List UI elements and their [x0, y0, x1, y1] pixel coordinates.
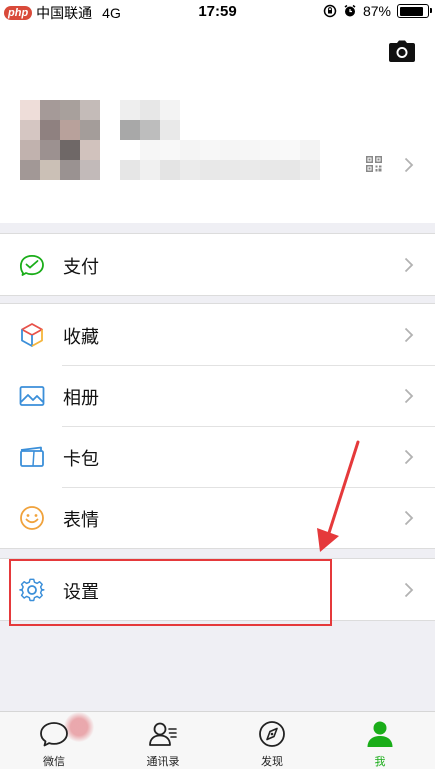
- menu-item-stickers[interactable]: 表情: [0, 487, 435, 548]
- camera-icon[interactable]: [389, 40, 415, 62]
- wechat-id-pixelated: [120, 140, 320, 180]
- menu-item-label: 相册: [63, 388, 99, 409]
- profile-header[interactable]: [0, 26, 435, 223]
- nickname-pixelated: [120, 100, 180, 140]
- battery-icon: [397, 4, 432, 18]
- contacts-icon: [149, 722, 177, 746]
- card-icon: [20, 446, 44, 467]
- rotation-lock-icon: [323, 4, 337, 18]
- chat-bubble-icon: [40, 722, 68, 747]
- tab-label: 微信: [43, 756, 65, 768]
- menu-group-pay: 支付: [0, 233, 435, 296]
- annotation-arrow-icon: [317, 440, 360, 552]
- qr-code-icon[interactable]: [366, 156, 382, 172]
- menu-item-pay[interactable]: 支付: [0, 234, 435, 295]
- tab-label: 通讯录: [146, 756, 180, 768]
- status-bar: php 中国联通 4G 17:59 87%: [0, 0, 435, 26]
- menu-item-album[interactable]: 相册: [0, 365, 435, 426]
- chevron-right-icon: [404, 582, 414, 598]
- smiley-icon: [20, 506, 44, 530]
- tab-contacts[interactable]: 通讯录: [109, 712, 217, 769]
- tab-chats[interactable]: 微信: [0, 712, 108, 769]
- menu-item-label: 支付: [63, 257, 99, 278]
- menu-group-main: 收藏 相册 卡包 表情: [0, 303, 435, 549]
- cube-icon: [21, 323, 43, 347]
- menu-item-favorites[interactable]: 收藏: [0, 304, 435, 365]
- menu-item-label: 表情: [63, 510, 99, 531]
- tab-label: 我: [374, 756, 386, 768]
- avatar[interactable]: [20, 100, 100, 180]
- tab-label: 发现: [261, 756, 283, 768]
- battery-percent: 87%: [362, 3, 391, 19]
- menu-item-label: 收藏: [63, 327, 99, 348]
- chevron-right-icon: [404, 388, 414, 404]
- chevron-right-icon: [404, 449, 414, 465]
- menu-item-label: 卡包: [63, 449, 99, 470]
- compass-icon: [259, 721, 285, 747]
- menu-item-cards[interactable]: 卡包: [0, 426, 435, 487]
- wallet-check-icon: [19, 254, 44, 276]
- tab-me[interactable]: 我: [326, 712, 434, 769]
- tab-discover[interactable]: 发现: [218, 712, 326, 769]
- chevron-right-icon: [404, 510, 414, 526]
- image-icon: [19, 386, 45, 406]
- chevron-right-icon: [404, 257, 414, 273]
- tab-bar: 微信 通讯录 发现 我: [0, 711, 435, 769]
- settings-highlight-box: [9, 559, 332, 626]
- battery-level: [399, 6, 423, 16]
- chevron-right-icon: [404, 157, 414, 173]
- chevron-right-icon: [404, 327, 414, 343]
- status-right: 87%: [323, 3, 432, 19]
- alarm-icon: [344, 4, 356, 17]
- person-icon: [367, 721, 393, 747]
